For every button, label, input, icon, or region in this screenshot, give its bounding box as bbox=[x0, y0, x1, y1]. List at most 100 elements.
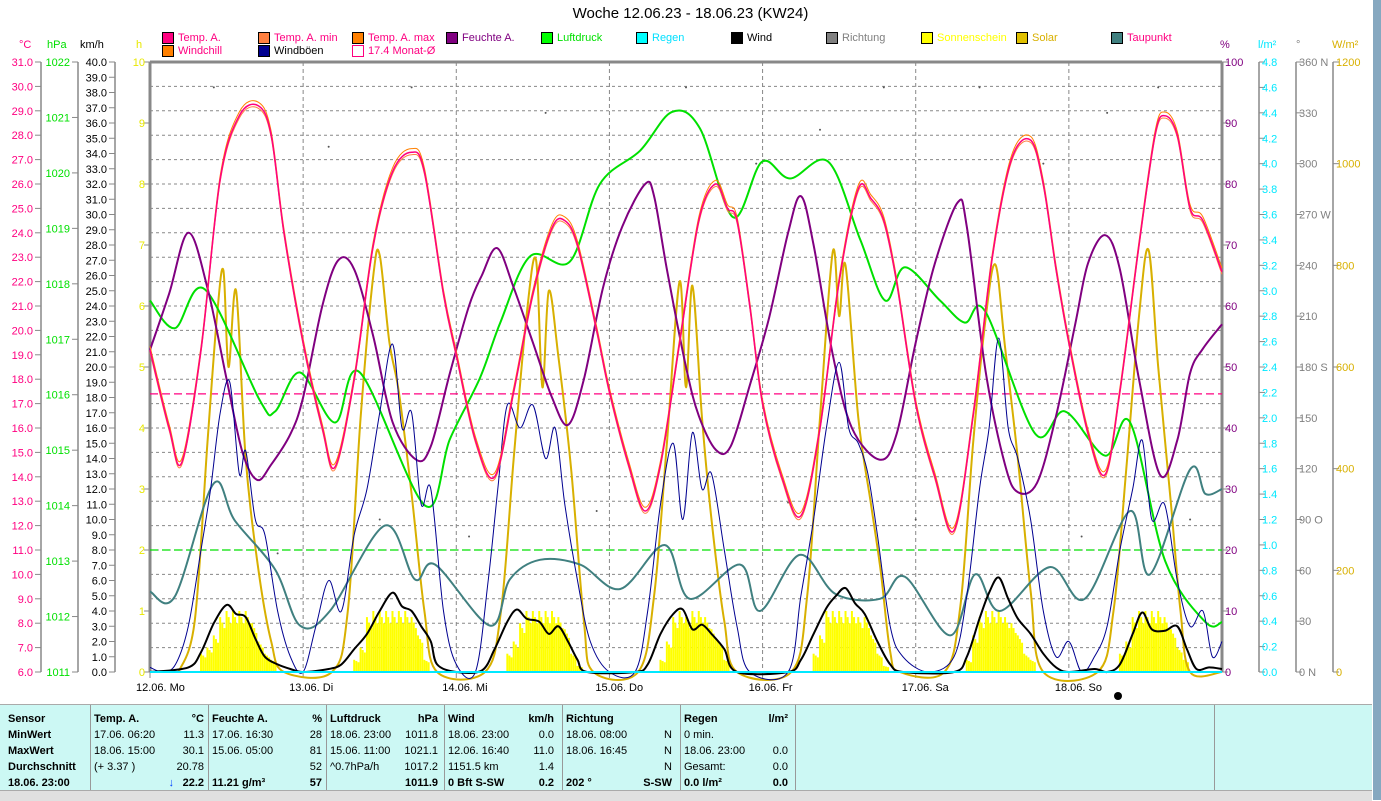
cell-value: 22.2 bbox=[182, 777, 204, 789]
axis-label-hpa: 1022 bbox=[46, 57, 70, 69]
cell-value: 28 bbox=[309, 729, 322, 741]
table-row: 15.06. 05:00 81 bbox=[212, 745, 322, 761]
axis-label-rain: 2.2 bbox=[1262, 387, 1277, 399]
cell-label: 12.06. 16:40 bbox=[448, 745, 510, 757]
axis-label-h: 0 bbox=[139, 667, 145, 679]
axis-label-kmh: 40.0 bbox=[86, 57, 107, 69]
cell-value: °C bbox=[191, 713, 204, 725]
axis-label-rain: 4.4 bbox=[1262, 108, 1277, 120]
axis-label-hpa: 1021 bbox=[46, 112, 70, 124]
table-row: N bbox=[566, 761, 672, 777]
direction-dot bbox=[212, 86, 215, 89]
table-column: Luftdruck hPa 18.06. 23:00 1011.8 15.06. 11:… bbox=[330, 709, 438, 793]
table-row: 18.06. 16:45 N bbox=[566, 745, 672, 761]
axis-label-rain: 1.4 bbox=[1262, 489, 1277, 501]
table-header: Richtung bbox=[566, 713, 672, 729]
axis-label-hpa: 1014 bbox=[46, 501, 70, 513]
direction-dot bbox=[1042, 162, 1045, 165]
axis-label-kmh: 10.0 bbox=[86, 515, 107, 527]
axis-label-kmh: 30.0 bbox=[86, 210, 107, 222]
axis-label-kmh: 1.0 bbox=[92, 652, 107, 664]
column-separator bbox=[795, 705, 796, 793]
window-edge-scrollbar[interactable] bbox=[1373, 0, 1381, 800]
cell-label: MaxWert bbox=[8, 745, 54, 757]
direction-dot bbox=[978, 86, 981, 89]
column-separator bbox=[326, 705, 327, 793]
axis-label-kmh: 15.0 bbox=[86, 438, 107, 450]
axis-label-hpa: 1015 bbox=[46, 445, 70, 457]
cell-value: 1017.2 bbox=[404, 761, 438, 773]
table-row: 18.06. 15:00 30.1 bbox=[94, 745, 204, 761]
cell-label: 0 min. bbox=[684, 729, 714, 741]
axis-label-h: 5 bbox=[139, 362, 145, 374]
axis-label-h: 1 bbox=[139, 606, 145, 618]
axis-label-kmh: 12.0 bbox=[86, 484, 107, 496]
axis-label-h: 9 bbox=[139, 118, 145, 130]
table-row: 15.06. 11:00 1021.1 bbox=[330, 745, 438, 761]
axis-label-temp: 15.0 bbox=[12, 447, 33, 459]
axis-label-temp: 31.0 bbox=[12, 57, 33, 69]
direction-dot bbox=[685, 86, 687, 89]
axis-label-kmh: 18.0 bbox=[86, 393, 107, 405]
table-header: Wind km/h bbox=[448, 713, 554, 729]
table-row: 1151.5 km 1.4 bbox=[448, 761, 554, 777]
direction-dot bbox=[882, 86, 885, 89]
weather-chart: 12.06. Mo 13.06. Di 14.06. Mi 15.06. Do 16.0… bbox=[12, 57, 1360, 700]
current-time-marker bbox=[1114, 692, 1122, 700]
axis-label-temp: 29.0 bbox=[12, 106, 33, 118]
column-separator bbox=[680, 705, 681, 793]
axis-label-hpa: 1019 bbox=[46, 223, 70, 235]
cell-label: Feuchte A. bbox=[212, 713, 268, 725]
axis-label-rain: 2.8 bbox=[1262, 311, 1277, 323]
axis-label-kmh: 16.0 bbox=[86, 423, 107, 435]
direction-dot bbox=[410, 86, 413, 89]
axis-label-h: 8 bbox=[139, 179, 145, 191]
cell-value: km/h bbox=[528, 713, 554, 725]
axis-label-rain: 4.0 bbox=[1262, 159, 1277, 171]
axis-label-deg: 210 bbox=[1299, 311, 1317, 323]
table-header: Feuchte A.% bbox=[212, 713, 322, 729]
cell-label: 18.06. 23:00 bbox=[448, 729, 510, 741]
axis-label-kmh: 17.0 bbox=[86, 408, 107, 420]
axis-label-pct: 10 bbox=[1225, 606, 1237, 618]
axis-label-temp: 18.0 bbox=[12, 374, 33, 386]
axis-label-hpa: 1017 bbox=[46, 334, 70, 346]
cell-label: 15.06. 05:00 bbox=[212, 745, 274, 757]
axis-label-kmh: 20.0 bbox=[86, 362, 107, 374]
axis-label-kmh: 3.0 bbox=[92, 621, 107, 633]
cell-label: 202 ° bbox=[566, 777, 592, 789]
table-row: 0 min. bbox=[684, 729, 788, 745]
cell-label: (+ 3.37 ) bbox=[94, 761, 136, 773]
cell-value: N bbox=[664, 745, 672, 757]
column-separator bbox=[562, 705, 563, 793]
axis-label-deg: 300 bbox=[1299, 159, 1317, 171]
cell-label: ^0.7hPa/h bbox=[330, 761, 380, 773]
axis-label-deg: 180 S bbox=[1299, 362, 1328, 374]
axis-label-rain: 1.0 bbox=[1262, 540, 1277, 552]
axis-label-kmh: 22.0 bbox=[86, 332, 107, 344]
cell-label: 1151.5 km bbox=[448, 761, 499, 773]
axis-label-kmh: 25.0 bbox=[86, 286, 107, 298]
axis-label-temp: 13.0 bbox=[12, 496, 33, 508]
axis-label-wm2: 800 bbox=[1336, 260, 1354, 272]
axis-label-rain: 1.8 bbox=[1262, 438, 1277, 450]
table-header: Sensor bbox=[8, 713, 90, 729]
table-row: 17.06. 16:30 28 bbox=[212, 729, 322, 745]
axis-label-pct: 70 bbox=[1225, 240, 1237, 252]
direction-dot bbox=[1189, 518, 1192, 521]
axis-label-h: 6 bbox=[139, 301, 145, 313]
axis-label-kmh: 19.0 bbox=[86, 377, 107, 389]
cell-value: 1011.8 bbox=[405, 729, 438, 741]
cell-label: 18.06. 23:00 bbox=[8, 777, 70, 789]
axis-label-temp: 11.0 bbox=[12, 545, 33, 557]
axis-label-pct: 50 bbox=[1225, 362, 1237, 374]
table-header: Luftdruck hPa bbox=[330, 713, 438, 729]
axis-label-kmh: 28.0 bbox=[86, 240, 107, 252]
axis-label-temp: 19.0 bbox=[12, 350, 33, 362]
table-row: ^0.7hPa/h 1017.2 bbox=[330, 761, 438, 777]
axis-label-deg: 30 bbox=[1299, 616, 1311, 628]
cell-label: MinWert bbox=[8, 729, 52, 741]
axis-label-temp: 26.0 bbox=[12, 179, 33, 191]
table-header: Temp. A. °C bbox=[94, 713, 204, 729]
axis-label-h: 2 bbox=[139, 545, 145, 557]
